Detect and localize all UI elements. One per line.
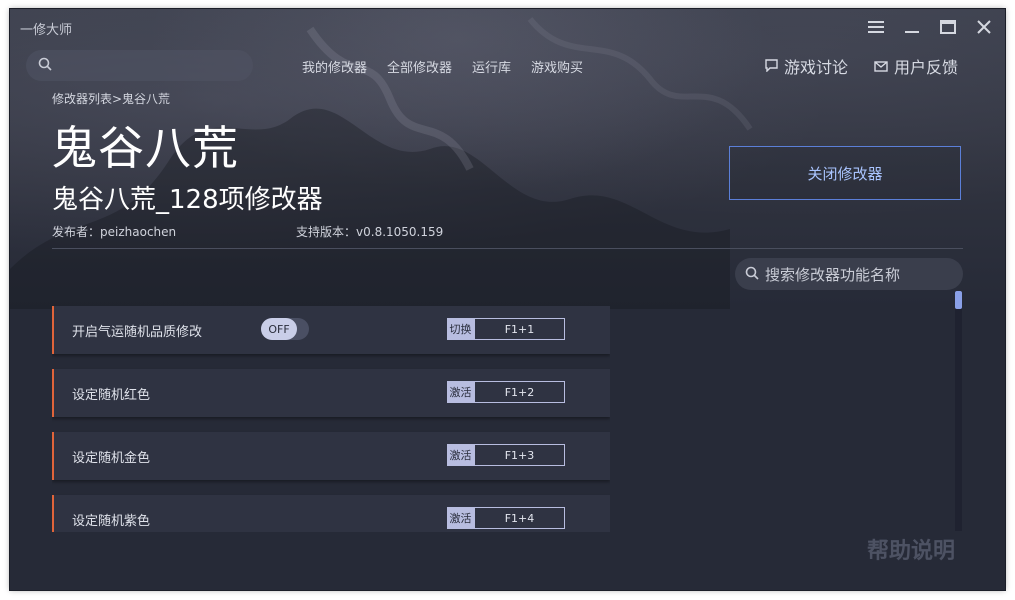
list-item: 开启气运随机品质修改 OFF 切换 F1+1 <box>52 306 610 354</box>
mail-icon <box>874 57 888 76</box>
discussion-label: 游戏讨论 <box>784 58 849 77</box>
hotkey-action[interactable]: 激活 <box>447 507 474 529</box>
hotkey-action[interactable]: 激活 <box>447 381 474 403</box>
hotkey-box[interactable]: 激活 F1+4 <box>447 507 565 529</box>
global-search[interactable] <box>26 50 253 81</box>
feature-search[interactable]: 搜索修改器功能名称 <box>735 258 963 290</box>
page-title: 鬼谷八荒 <box>51 121 239 175</box>
hotkey-box[interactable]: 激活 F1+3 <box>447 444 565 466</box>
publisher-info: 发布者：peizhaochen <box>52 223 176 240</box>
close-icon[interactable] <box>971 15 997 39</box>
hotkey-key[interactable]: F1+2 <box>474 381 565 403</box>
version-info: 支持版本：v0.8.1050.159 <box>296 223 443 240</box>
minimize-icon[interactable] <box>899 15 925 39</box>
list-item: 设定随机紫色 激活 F1+4 <box>52 495 610 532</box>
feature-label: 设定随机紫色 <box>72 514 151 529</box>
breadcrumb[interactable]: 修改器列表>鬼谷八荒 <box>52 90 170 107</box>
nav-runtime-libs[interactable]: 运行库 <box>472 57 511 76</box>
hotkey-key[interactable]: F1+1 <box>474 318 565 340</box>
feature-toggle[interactable]: OFF <box>261 318 309 340</box>
scrollbar[interactable] <box>955 291 962 531</box>
toggle-knob: OFF <box>261 318 297 340</box>
list-item: 设定随机金色 激活 F1+3 <box>52 432 610 480</box>
hotkey-key[interactable]: F1+4 <box>474 507 565 529</box>
hotkey-action[interactable]: 切换 <box>447 318 474 340</box>
search-icon <box>38 56 52 75</box>
search-input[interactable] <box>58 57 232 74</box>
list-item: 设定随机红色 激活 F1+2 <box>52 369 610 417</box>
publisher-value: peizhaochen <box>100 225 177 239</box>
window-controls <box>863 15 997 39</box>
trainer-title: 鬼谷八荒_128项修改器 <box>52 185 323 215</box>
feature-label: 开启气运随机品质修改 <box>72 325 203 340</box>
feedback-link[interactable]: 用户反馈 <box>874 54 958 78</box>
discussion-link[interactable]: 游戏讨论 <box>765 54 848 78</box>
feature-label: 设定随机红色 <box>72 388 151 403</box>
hotkey-action[interactable]: 激活 <box>447 444 474 466</box>
scrollbar-thumb[interactable] <box>955 291 962 309</box>
hotkey-box[interactable]: 切换 F1+1 <box>447 318 565 340</box>
nav-my-trainers[interactable]: 我的修改器 <box>302 57 367 76</box>
main-nav: 我的修改器 全部修改器 运行库 游戏购买 <box>302 57 583 76</box>
divider <box>52 248 963 249</box>
chat-icon <box>765 57 778 76</box>
maximize-icon[interactable] <box>935 15 961 39</box>
version-label: 支持版本： <box>296 225 357 239</box>
close-trainer-button[interactable]: 关闭修改器 <box>729 146 961 200</box>
nav-game-store[interactable]: 游戏购买 <box>531 57 583 76</box>
feedback-label: 用户反馈 <box>894 58 959 77</box>
hotkey-box[interactable]: 激活 F1+2 <box>447 381 565 403</box>
hotkey-key[interactable]: F1+3 <box>474 444 565 466</box>
feature-list: 开启气运随机品质修改 OFF 切换 F1+1 设定随机红色 激活 F1+2 设定… <box>52 306 610 532</box>
header-links: 游戏讨论 用户反馈 <box>765 54 958 78</box>
publisher-label: 发布者： <box>52 225 101 239</box>
app-window: 一修大师 我的修改器 全部修改器 运行库 游戏购买 游戏讨论 用户反馈 修改器列… <box>10 9 1005 590</box>
version-value: v0.8.1050.159 <box>356 225 444 239</box>
nav-all-trainers[interactable]: 全部修改器 <box>387 57 452 76</box>
help-link[interactable]: 帮助说明 <box>867 533 955 565</box>
feature-search-placeholder: 搜索修改器功能名称 <box>765 265 901 284</box>
search-icon <box>745 265 759 284</box>
app-title: 一修大师 <box>20 23 73 38</box>
feature-label: 设定随机金色 <box>72 451 151 466</box>
menu-icon[interactable] <box>863 15 889 39</box>
